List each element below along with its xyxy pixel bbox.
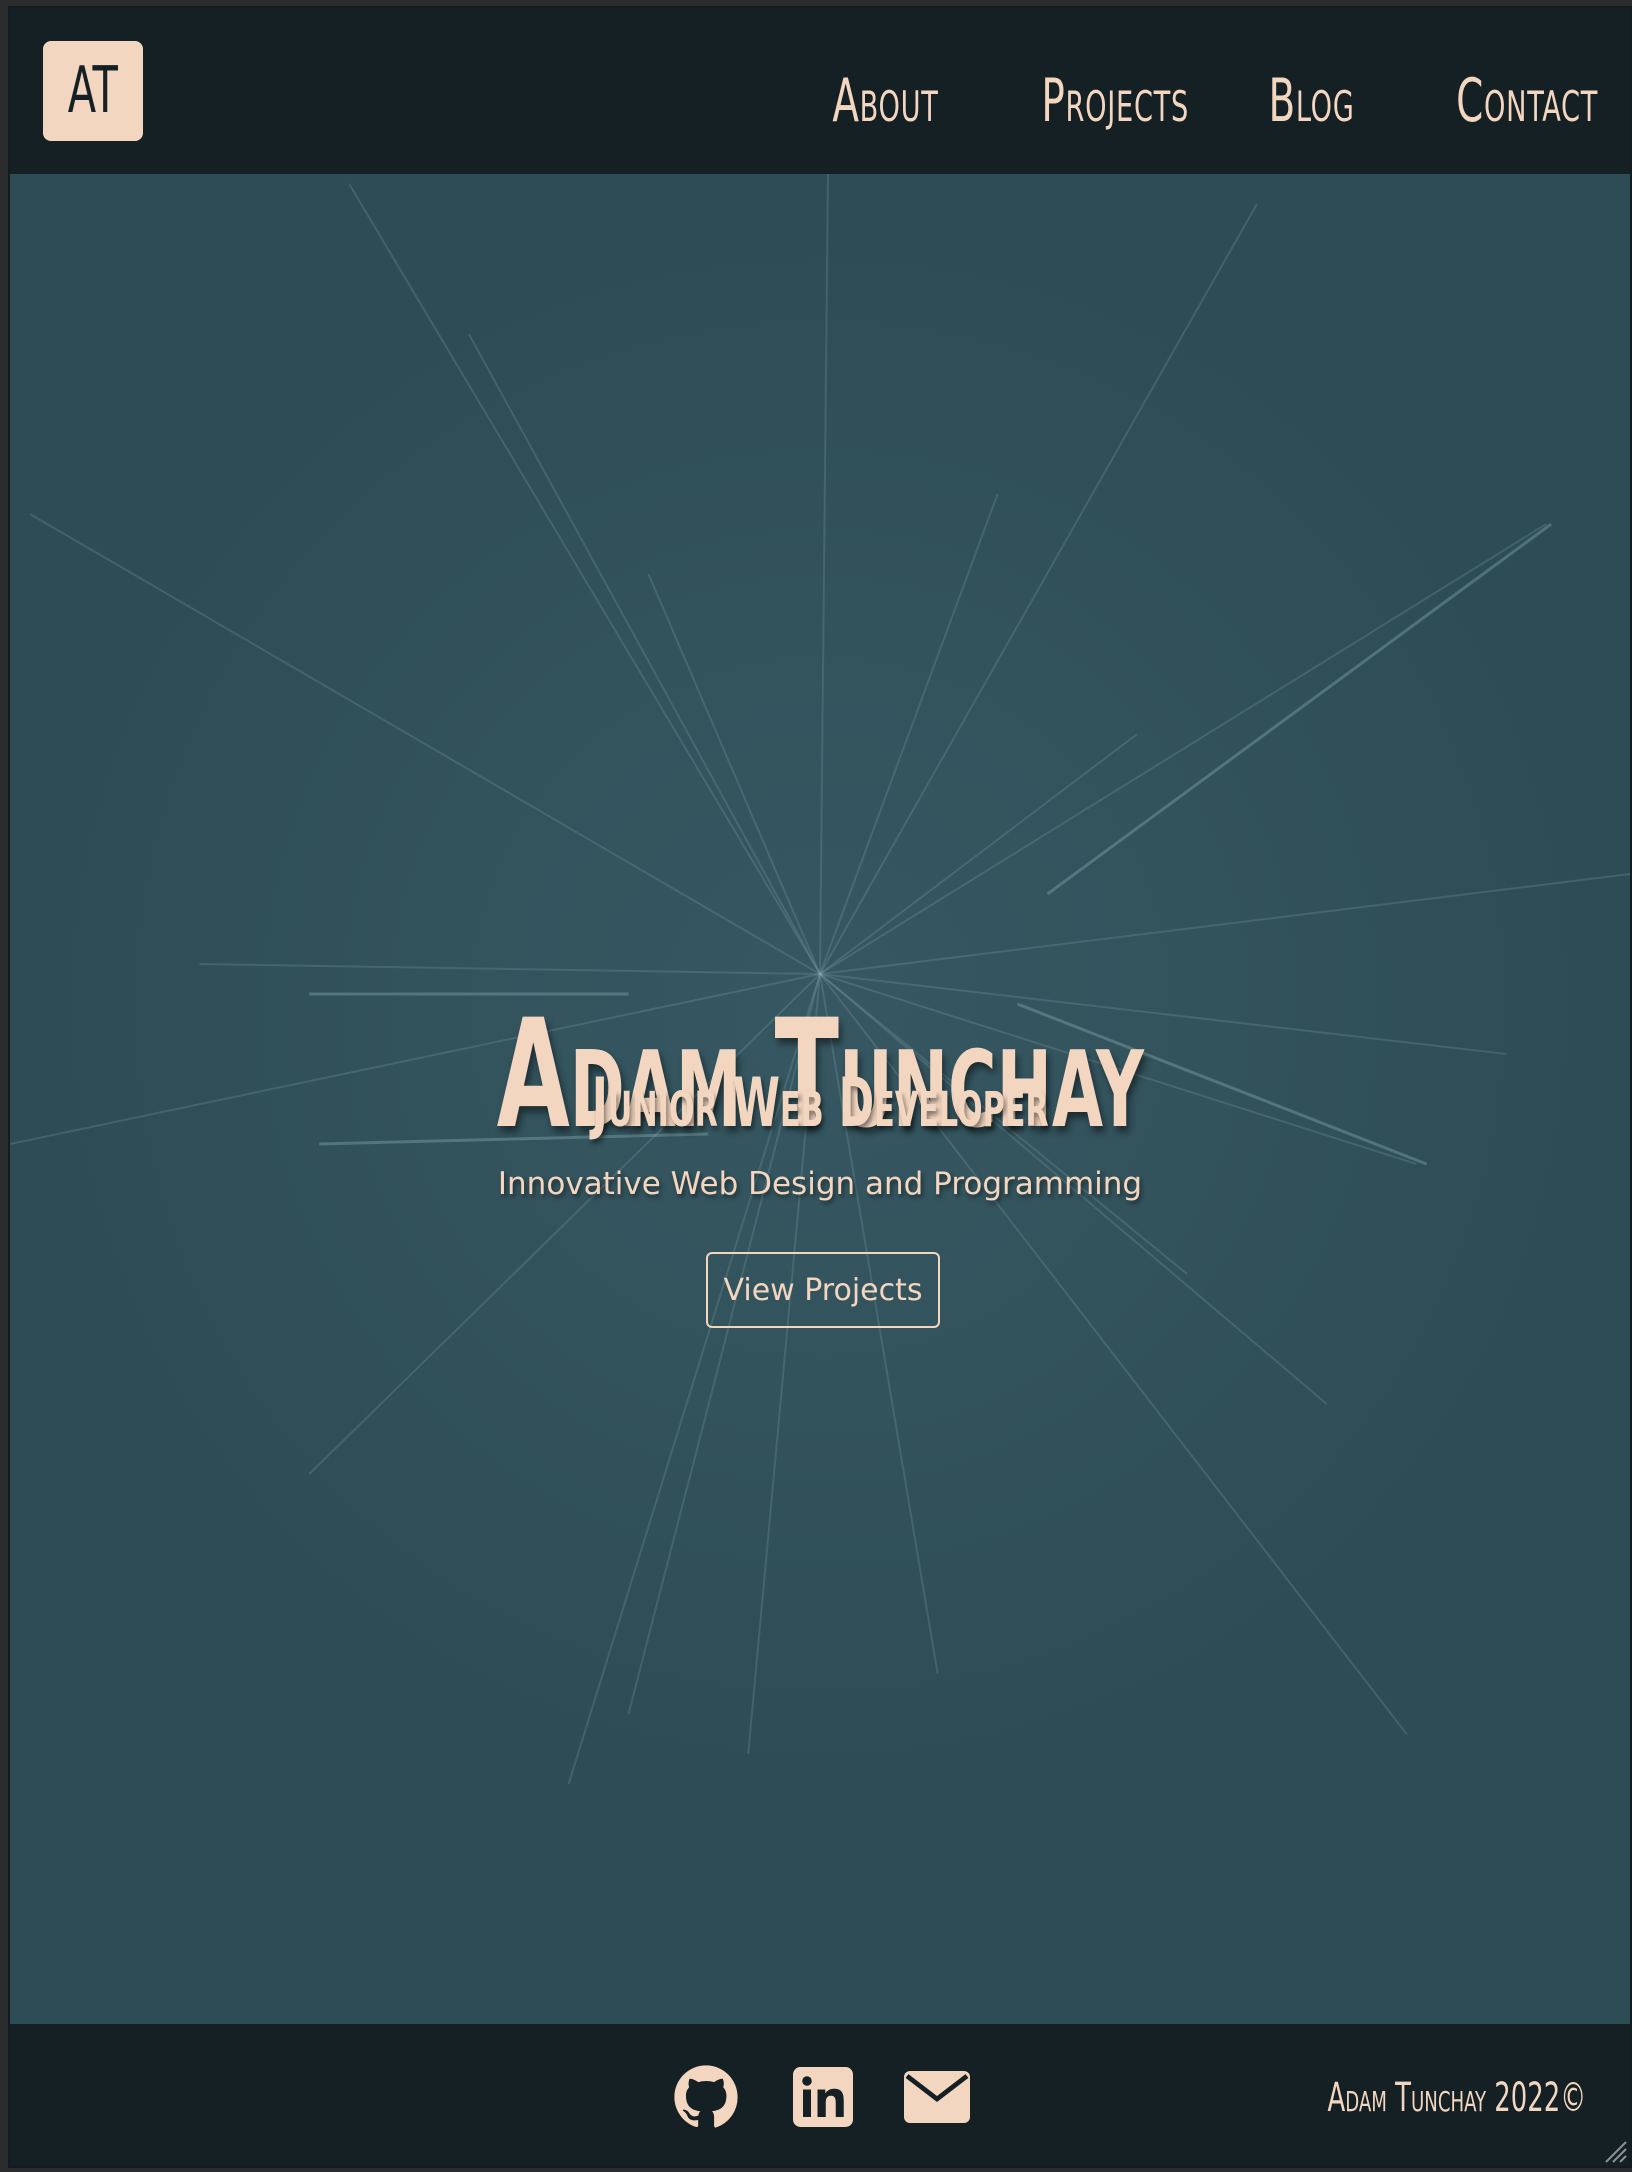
logo-text: AT: [67, 54, 119, 128]
hero-section: Adam Tunchay Junior Web Developer Innova…: [10, 174, 1630, 2024]
hero-tagline: Innovative Web Design and Programming: [497, 1166, 1143, 1202]
linkedin-icon[interactable]: [793, 2064, 853, 2130]
view-projects-button[interactable]: View Projects: [706, 1252, 940, 1328]
resize-grip-icon[interactable]: [1602, 2138, 1628, 2164]
site-logo[interactable]: AT: [43, 41, 143, 141]
github-icon[interactable]: [673, 2064, 739, 2130]
nav-link-about[interactable]: About: [832, 56, 938, 146]
browser-viewport: AT About Projects Blog Contact Adam Tunc…: [8, 6, 1632, 2168]
nav-link-blog[interactable]: Blog: [1269, 56, 1355, 146]
footer-copyright: Adam Tunchay 2022©: [1327, 2075, 1586, 2121]
site-footer: Adam Tunchay 2022©: [10, 2024, 1630, 2166]
nav-link-projects[interactable]: Projects: [1042, 56, 1190, 146]
envelope-icon[interactable]: [904, 2064, 970, 2130]
main-nav: About Projects Blog Contact: [811, 56, 1598, 146]
nav-link-contact[interactable]: Contact: [1456, 56, 1598, 146]
site-header: AT About Projects Blog Contact: [10, 8, 1630, 174]
hero-role: Junior Web Developer: [591, 1064, 1049, 1143]
